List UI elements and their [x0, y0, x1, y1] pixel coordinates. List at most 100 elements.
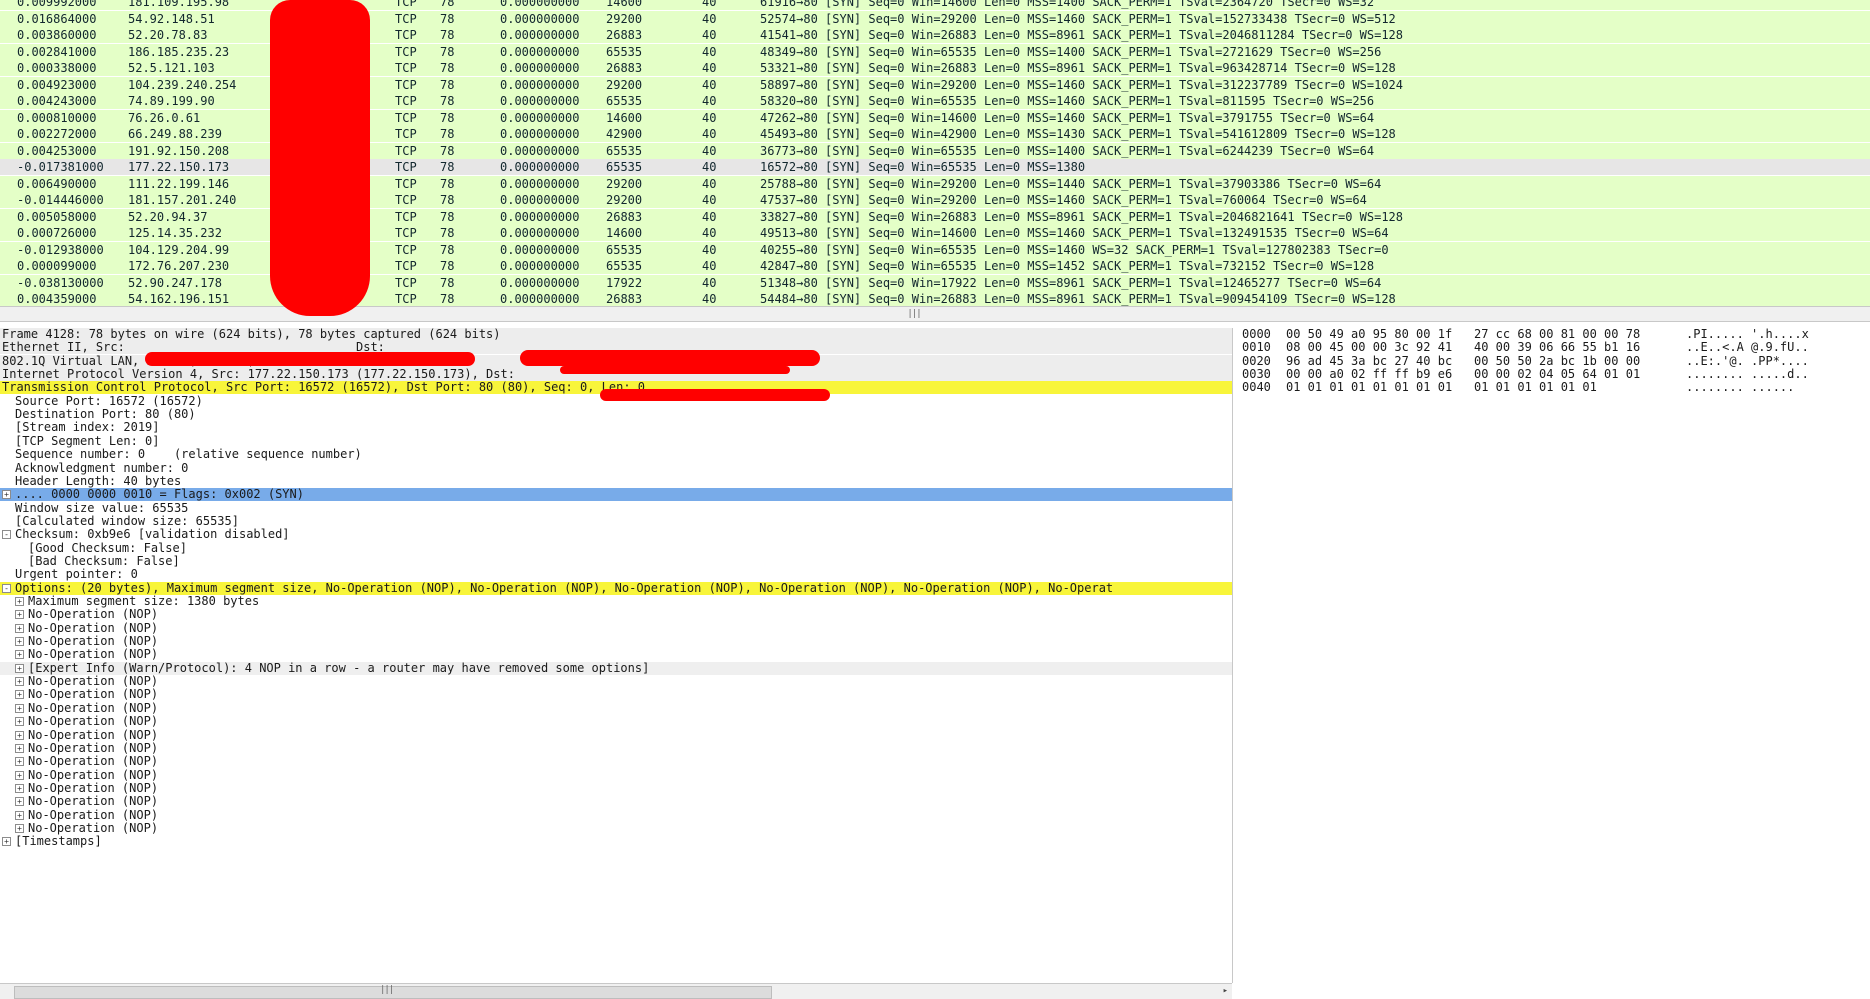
detail-tree-item[interactable]: + [Timestamps] — [0, 835, 1232, 848]
expand-icon[interactable]: + — [15, 743, 24, 753]
info-cell: 49513→80 [SYN] Seq=0 Win=14600 Len=0 MSS… — [760, 226, 1389, 240]
detail-tree-item[interactable]: - Options: (20 bytes), Maximum segment si… — [0, 581, 1232, 595]
expand-icon[interactable]: + — [15, 770, 24, 780]
detail-tree-item[interactable]: Frame 4128: 78 bytes on wire (624 bits),… — [0, 328, 1232, 341]
detail-tree-item[interactable]: + No-Operation (NOP) — [0, 688, 1232, 701]
length-cell: 78 — [440, 0, 455, 9]
expand-icon[interactable]: + — [2, 490, 11, 500]
expand-icon[interactable]: + — [15, 810, 24, 820]
details-scrollbar[interactable]: ||| ▸ — [0, 983, 1232, 999]
source-cell: 104.129.204.99 — [128, 242, 230, 257]
protocol-cell: TCP — [395, 160, 417, 174]
detail-tree-item[interactable]: [TCP Segment Len: 0] — [0, 434, 1232, 448]
expand-icon[interactable]: + — [15, 623, 24, 633]
info-cell: 58897→80 [SYN] Seq=0 Win=29200 Len=0 MSS… — [760, 77, 1403, 92]
length-cell: 78 — [440, 61, 455, 75]
detail-tree-item[interactable]: Destination Port: 80 (80) — [0, 408, 1232, 421]
detail-tree-item[interactable]: Header Length: 40 bytes — [0, 474, 1232, 488]
detail-tree-item[interactable]: Sequence number: 0 (relative sequence nu… — [0, 448, 1232, 461]
detail-tree-item[interactable]: [Good Checksum: False] — [0, 540, 1232, 555]
window-cell: 26883 — [606, 292, 643, 306]
window-cell: 65535 — [606, 160, 643, 174]
detail-tree-item[interactable]: + No-Operation (NOP) — [0, 741, 1232, 755]
window-cell: 14600 — [606, 226, 643, 240]
detail-tree-item[interactable]: Acknowledgment number: 0 — [0, 461, 1232, 475]
expand-icon[interactable]: + — [15, 703, 24, 713]
detail-text: No-Operation (NOP) — [28, 674, 159, 689]
length-cell: 78 — [440, 94, 455, 108]
expand-icon[interactable]: + — [15, 597, 24, 606]
header-length-cell: 40 — [702, 275, 717, 290]
redaction-mark — [560, 366, 790, 374]
detail-tree-item[interactable]: + No-Operation (NOP) — [0, 648, 1232, 661]
detail-text: Transmission Control Protocol, Src Port:… — [2, 380, 645, 395]
hex-bytes-second-half: 00 00 02 04 05 64 01 01 — [1474, 367, 1641, 382]
expand-icon[interactable]: + — [15, 757, 24, 767]
window-cell: 65535 — [606, 94, 643, 108]
expand-icon[interactable]: + — [15, 690, 24, 700]
detail-tree-item[interactable]: Urgent pointer: 0 — [0, 568, 1232, 581]
detail-text: No-Operation (NOP) — [28, 767, 159, 782]
info-cell: 25788→80 [SYN] Seq=0 Win=29200 Len=0 MSS… — [760, 176, 1382, 191]
detail-text: [Good Checksum: False] — [28, 540, 187, 555]
detail-tree-item[interactable]: + No-Operation (NOP) — [0, 808, 1232, 822]
detail-tree-item[interactable]: + [Expert Info (Warn/Protocol): 4 NOP in … — [0, 661, 1232, 675]
packet-details[interactable]: Frame 4128: 78 bytes on wire (624 bits),… — [0, 328, 1233, 983]
hex-bytes-first-half: 08 00 45 00 00 3c 92 41 — [1286, 340, 1453, 355]
detail-tree-item[interactable]: + No-Operation (NOP) — [0, 675, 1232, 688]
window-cell: 26883 — [606, 61, 643, 75]
expand-icon[interactable]: + — [15, 730, 24, 740]
detail-text: Urgent pointer: 0 — [15, 567, 138, 582]
protocol-cell: TCP — [395, 44, 417, 59]
detail-tree-item[interactable]: + No-Operation (NOP) — [0, 621, 1232, 635]
expand-icon[interactable]: + — [2, 837, 11, 847]
protocol-cell: TCP — [395, 176, 417, 191]
detail-tree-item[interactable]: [Bad Checksum: False] — [0, 554, 1232, 568]
expand-icon[interactable]: + — [15, 823, 24, 833]
detail-tree-item[interactable]: + No-Operation (NOP) — [0, 728, 1232, 742]
window-cell: 17922 — [606, 275, 643, 290]
expand-icon[interactable]: + — [15, 650, 24, 660]
detail-text: Source Port: 16572 (16572) — [15, 393, 203, 408]
expand-icon[interactable]: + — [15, 783, 24, 793]
collapse-icon[interactable]: - — [2, 530, 11, 540]
expand-icon[interactable]: + — [15, 637, 24, 647]
detail-tree-item[interactable]: Window size value: 65535 — [0, 500, 1232, 515]
expand-icon[interactable]: + — [15, 717, 24, 727]
scrollbar-grip-icon[interactable]: ||| — [380, 984, 394, 997]
detail-tree-item[interactable]: + No-Operation (NOP) — [0, 781, 1232, 795]
byte-offset: 0000 — [1242, 328, 1271, 341]
hex-bytes-first-half: 96 ad 45 3a bc 27 40 bc — [1286, 353, 1453, 368]
collapse-icon[interactable]: - — [2, 583, 11, 593]
detail-text: Window size value: 65535 — [15, 500, 189, 515]
expand-icon[interactable]: + — [15, 663, 24, 673]
scroll-right-arrow-icon[interactable]: ▸ — [1223, 986, 1228, 996]
detail-tree-item[interactable]: + No-Operation (NOP) — [0, 755, 1232, 768]
detail-tree-item[interactable]: + No-Operation (NOP) — [0, 608, 1232, 621]
detail-tree-item[interactable]: + Maximum segment size: 1380 bytes — [0, 595, 1232, 608]
detail-tree-item[interactable]: + No-Operation (NOP) — [0, 821, 1232, 835]
detail-tree-item[interactable]: + .... 0000 0000 0010 = Flags: 0x002 (SYN… — [0, 488, 1232, 502]
time-cell: 0.004243000 — [17, 94, 97, 108]
detail-tree-item[interactable]: + No-Operation (NOP) — [0, 767, 1232, 782]
expand-icon[interactable]: + — [15, 610, 24, 620]
expand-icon[interactable]: + — [15, 797, 24, 807]
detail-tree-item[interactable]: - Checksum: 0xb9e6 [validation disabled] — [0, 528, 1232, 541]
source-cell: 52.5.121.103 — [128, 61, 215, 75]
expand-icon[interactable]: + — [15, 677, 24, 687]
packet-list-scrollbar[interactable]: ||| — [0, 306, 1870, 322]
detail-tree-item[interactable]: + No-Operation (NOP) — [0, 715, 1232, 728]
header-length-cell: 40 — [702, 226, 717, 240]
protocol-cell: TCP — [395, 127, 417, 141]
delta-cell: 0.000000000 — [500, 143, 580, 158]
detail-tree-item[interactable]: [Stream index: 2019] — [0, 421, 1232, 434]
packet-bytes[interactable]: 0000 00 50 49 a0 95 80 00 1f 27 cc 68 00 8… — [1238, 328, 1870, 998]
byte-offset: 0020 — [1242, 353, 1271, 368]
scrollbar-grip-icon[interactable]: ||| — [904, 308, 924, 320]
info-cell: 51348→80 [SYN] Seq=0 Win=17922 Len=0 MSS… — [760, 275, 1382, 290]
detail-tree-item[interactable]: + No-Operation (NOP) — [0, 635, 1232, 648]
detail-tree-item[interactable]: [Calculated window size: 65535] — [0, 514, 1232, 528]
detail-tree-item[interactable]: + No-Operation (NOP) — [0, 795, 1232, 808]
detail-tree-item[interactable]: + No-Operation (NOP) — [0, 701, 1232, 715]
detail-text: No-Operation (NOP) — [28, 647, 159, 662]
